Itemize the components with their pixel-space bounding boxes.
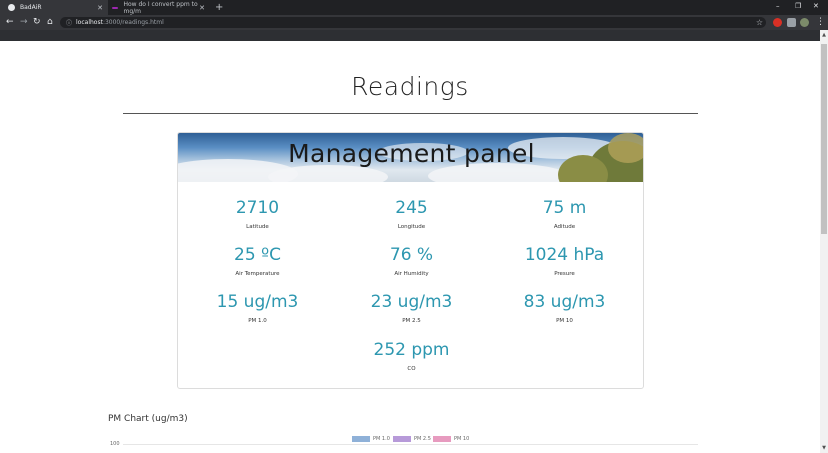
legend-swatch — [352, 436, 370, 442]
browser-tab-bar: BadAiR ✕ How do I convert ppm to mg/m ✕ … — [0, 0, 828, 15]
extensions-puzzle-icon[interactable] — [787, 18, 796, 27]
metric-air-humidity: 76 % Air Humidity — [334, 245, 489, 278]
metric-label: Air Humidity — [394, 271, 429, 277]
title-divider — [123, 113, 698, 114]
metric-label: Aditude — [553, 224, 576, 230]
new-tab-icon[interactable]: + — [215, 2, 223, 13]
address-bar[interactable]: ⓘ localhost :3000/readings.html ☆ — [60, 17, 766, 28]
metric-value: 83 ug/m3 — [523, 292, 606, 312]
metric-label: PM 2.5 — [402, 318, 421, 324]
tab-convert-ppm[interactable]: How do I convert ppm to mg/m ✕ — [108, 0, 210, 15]
legend-label: PM 10 — [454, 436, 470, 442]
metric-co: 252 ppm CO — [334, 340, 489, 373]
tab-title: BadAiR — [20, 4, 42, 11]
metric-label: CO — [407, 366, 416, 372]
page-top-strip — [0, 30, 820, 41]
page-content: Readings Management panel 2710 Latitude … — [0, 41, 820, 453]
forward-icon[interactable]: → — [20, 16, 28, 29]
page-scrollbar[interactable]: ▲ ▼ — [820, 30, 828, 453]
metric-altitude: 75 m Aditude — [487, 198, 642, 231]
management-panel-card: Management panel 2710 Latitude 245 Longi… — [177, 132, 644, 389]
scrollbar-thumb[interactable] — [821, 44, 827, 234]
metric-longitude: 245 Longitude — [334, 198, 489, 231]
metric-pressure: 1024 hPa Presure — [487, 245, 642, 278]
metric-label: Longitude — [397, 224, 426, 230]
legend-label: PM 2.5 — [414, 436, 431, 442]
page-title: Readings — [351, 72, 469, 101]
info-icon[interactable]: ⓘ — [66, 18, 72, 27]
scroll-up-icon[interactable]: ▲ — [821, 32, 827, 38]
profile-avatar[interactable] — [800, 18, 809, 27]
metric-value: 76 % — [389, 245, 434, 265]
metric-pm25: 23 ug/m3 PM 2.5 — [334, 292, 489, 325]
globe-icon — [8, 4, 15, 11]
metric-value: 252 ppm — [373, 340, 450, 360]
url-path: :3000/readings.html — [102, 19, 164, 26]
site-favicon-icon — [112, 6, 119, 9]
legend-swatch — [433, 436, 451, 442]
metric-latitude: 2710 Latitude — [180, 198, 335, 231]
legend-item-pm10[interactable]: PM 10 — [433, 436, 469, 442]
legend-item-pm1[interactable]: PM 1.0 — [352, 436, 390, 442]
metric-value: 15 ug/m3 — [216, 292, 299, 312]
window-close-icon[interactable]: ✕ — [813, 2, 819, 11]
metric-value: 1024 hPa — [524, 245, 605, 265]
tab-badair[interactable]: BadAiR ✕ — [0, 0, 108, 15]
restore-icon[interactable]: ❐ — [795, 2, 801, 11]
metric-value: 23 ug/m3 — [370, 292, 453, 312]
metric-value: 2710 — [235, 198, 280, 218]
metric-label: PM 1.0 — [248, 318, 267, 324]
tab-title: How do I convert ppm to mg/m — [123, 0, 198, 15]
reload-icon[interactable]: ↻ — [33, 16, 41, 29]
metric-label: Air Temperature — [235, 271, 280, 277]
metric-pm10: 83 ug/m3 PM 10 — [487, 292, 642, 325]
scroll-down-icon[interactable]: ▼ — [821, 445, 827, 451]
metric-value: 75 m — [542, 198, 587, 218]
close-icon[interactable]: ✕ — [199, 4, 205, 12]
chart-title: PM Chart (ug/m3) — [108, 414, 188, 424]
metric-label: PM 10 — [556, 318, 573, 324]
home-icon[interactable]: ⌂ — [47, 16, 53, 29]
metric-value: 245 — [395, 198, 428, 218]
legend-label: PM 1.0 — [373, 436, 390, 442]
bookmark-star-icon[interactable]: ☆ — [756, 17, 763, 28]
browser-toolbar: ← → ↻ ⌂ ⓘ localhost :3000/readings.html … — [0, 15, 828, 30]
legend-swatch — [393, 436, 411, 442]
panel-title: Management panel — [288, 139, 535, 168]
minimize-icon[interactable]: – — [776, 2, 780, 11]
metric-label: Latitude — [246, 224, 269, 230]
metric-pm1: 15 ug/m3 PM 1.0 — [180, 292, 335, 325]
back-icon[interactable]: ← — [6, 16, 14, 29]
extension-icon[interactable] — [773, 18, 782, 27]
chart-gridline — [123, 444, 698, 445]
metric-value: 25 ºC — [234, 245, 281, 265]
url-host: localhost — [76, 19, 103, 26]
metric-label: Presure — [554, 271, 575, 277]
y-tick-label: 100 — [110, 441, 120, 447]
browser-menu-icon[interactable]: ⋮ — [816, 16, 825, 29]
legend-item-pm25[interactable]: PM 2.5 — [393, 436, 431, 442]
sky-banner-image: Management panel — [178, 133, 643, 182]
close-icon[interactable]: ✕ — [97, 4, 103, 12]
metric-air-temperature: 25 ºC Air Temperature — [180, 245, 335, 278]
